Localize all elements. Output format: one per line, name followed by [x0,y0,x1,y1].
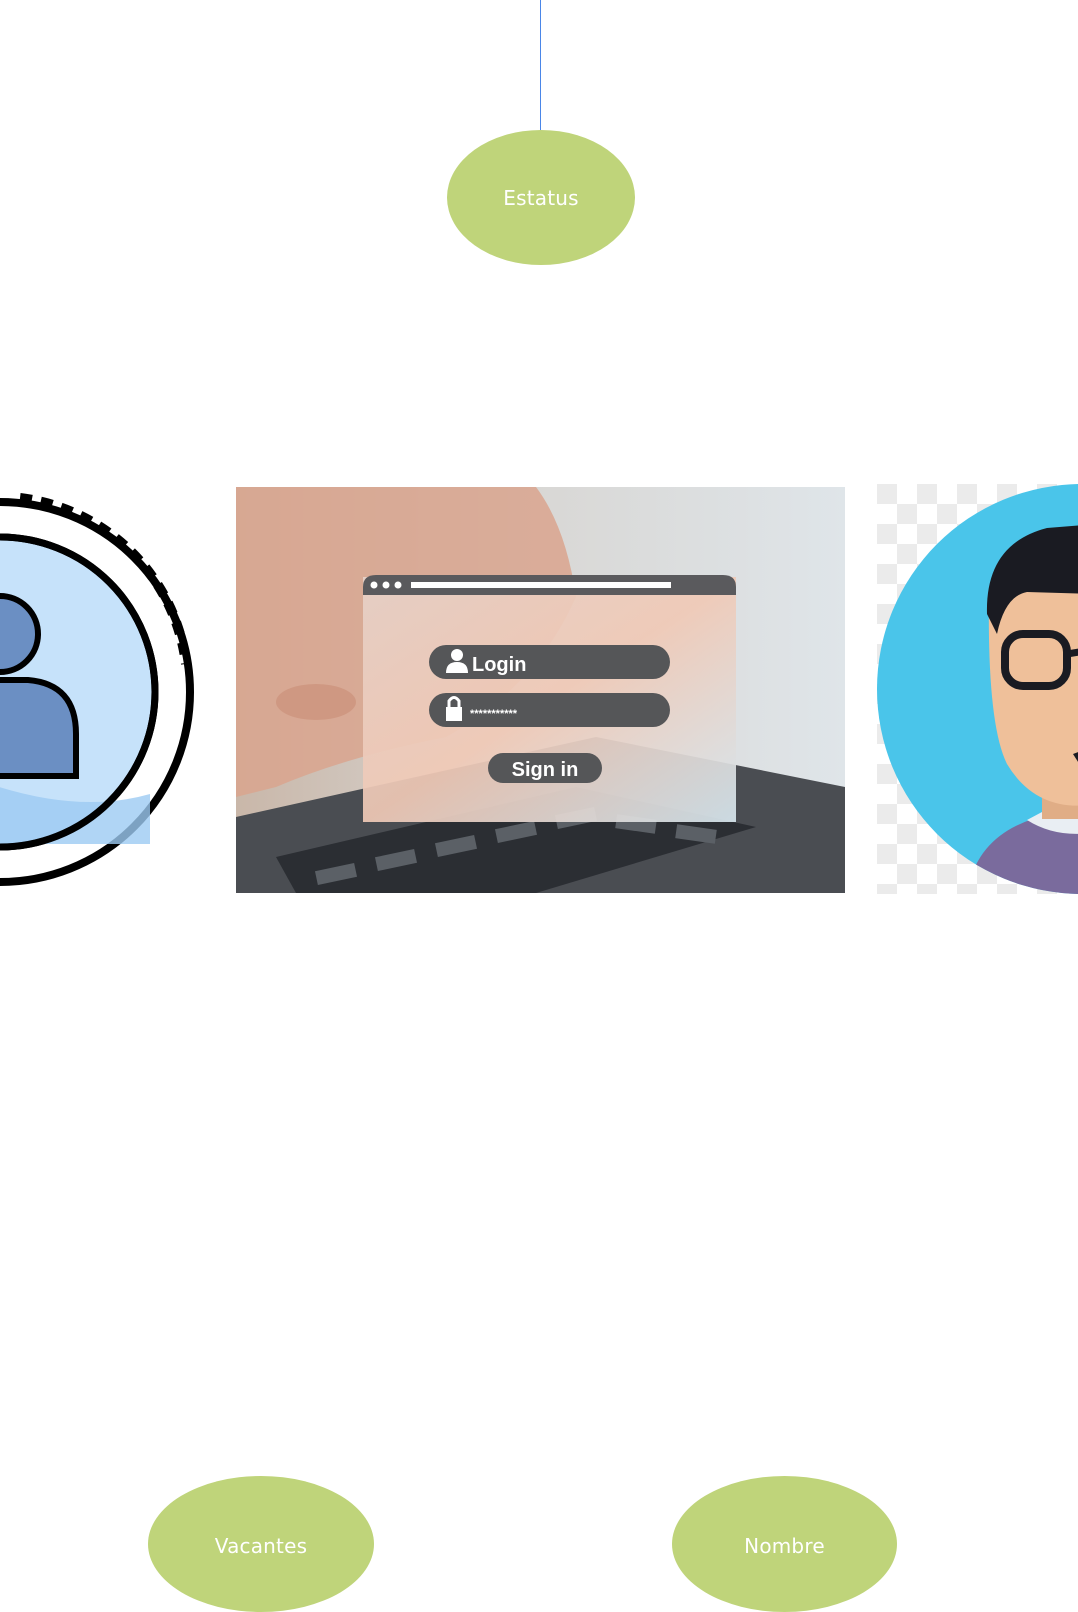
user-profile-icon [0,484,200,894]
password-mask: *********** [470,708,518,720]
login-photo: Login *********** Sign in [236,487,845,893]
node-estatus: Estatus [447,130,635,265]
node-estatus-label: Estatus [503,185,579,210]
user-avatar-glasses-icon [877,484,1078,894]
login-label: Login [472,654,526,676]
signin-label: Sign in [512,759,579,781]
node-vacantes: Vacantes [148,1476,374,1612]
node-nombre-label: Nombre [744,1534,825,1558]
node-nombre: Nombre [672,1476,897,1612]
node-vacantes-label: Vacantes [214,1534,308,1558]
connector-line [540,0,541,130]
